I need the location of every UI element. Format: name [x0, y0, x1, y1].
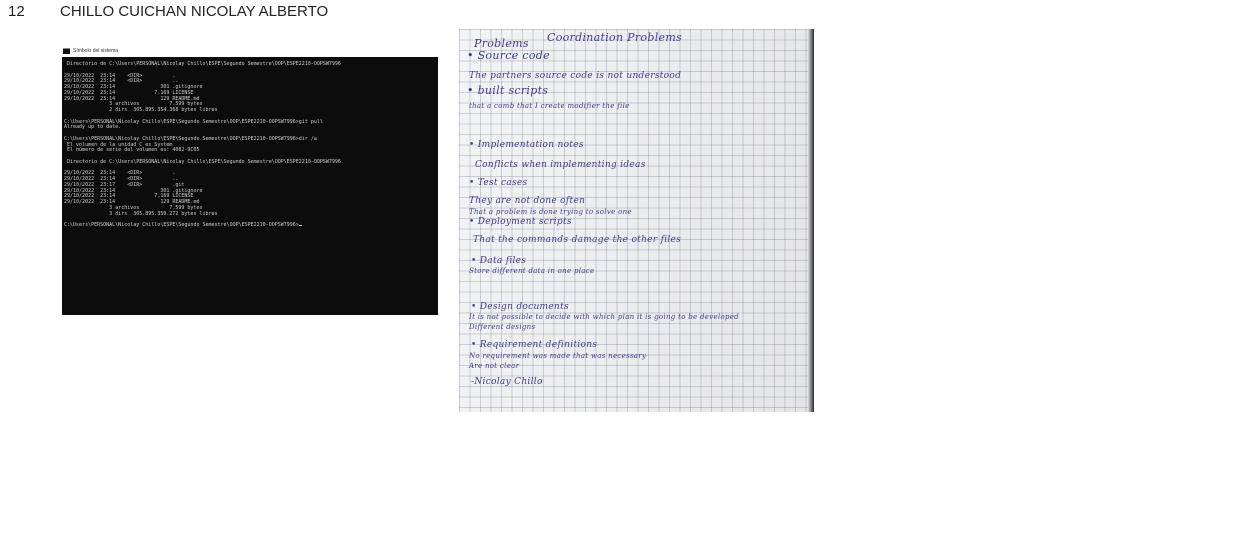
notebook-line: Are not clear — [469, 362, 520, 370]
notebook-line: • Implementation notes — [469, 140, 584, 150]
notebook-line: That the commands damage the other files — [473, 235, 682, 245]
terminal-cursor — [298, 225, 302, 226]
notebook-line: That a problem is done trying to solve o… — [469, 208, 632, 216]
notebook-line: • Requirement definitions — [471, 340, 598, 350]
notebook-line: They are not done often — [469, 196, 586, 206]
notebook-line: Store different data in one place — [469, 267, 595, 275]
terminal-screenshot: Símbolo del sistema Directorio de C:\Use… — [62, 46, 438, 315]
notebook-line: It is not possible to decide with which … — [469, 313, 739, 321]
notebook-edge — [808, 29, 814, 412]
notebook-line: No requirement was made that was necessa… — [469, 352, 647, 360]
notebook-line: The partners source code is not understo… — [469, 71, 682, 81]
terminal-titlebar: Símbolo del sistema — [62, 46, 438, 57]
terminal-line: Directorio de C:\Users\PERSONAL\Nicolay … — [64, 61, 341, 67]
notebook-line: Different designs — [469, 323, 536, 331]
terminal-line: Already up to date. — [64, 124, 122, 131]
terminal-prompt: C:\Users\PERSONAL\Nicolay Chillo\ESPE\Se… — [64, 222, 299, 228]
notebook-line: • Data files — [471, 256, 527, 266]
notebook-line: • Design documents — [471, 302, 569, 312]
notebook-title: Coordination Problems — [547, 31, 682, 44]
item-number: 12 — [8, 3, 25, 20]
terminal-line: El número de serie del volumen es: 4082-… — [64, 147, 200, 154]
notebook-line: • built scripts — [467, 84, 549, 97]
student-name: CHILLO CUICHAN NICOLAY ALBERTO — [60, 3, 329, 20]
notebook-line: that a comb that I create modifier the f… — [469, 102, 630, 110]
terminal-line: 2 dirs 305.895.354.368 bytes libres — [64, 107, 218, 113]
terminal-line: Directorio de C:\Users\PERSONAL\Nicolay … — [64, 158, 341, 165]
notebook-signature: -Nicolay Chillo — [471, 377, 543, 387]
terminal-icon — [63, 47, 70, 54]
notebook-line: Conflicts when implementing ideas — [475, 160, 646, 170]
notebook-photo: Coordination Problems Problems • Source … — [459, 29, 814, 412]
notebook-line: • Source code — [467, 49, 550, 62]
terminal-output: Directorio de C:\Users\PERSONAL\Nicolay … — [64, 61, 341, 229]
notebook-line: • Test cases — [469, 178, 528, 188]
notebook-line: • Deployment scripts — [469, 217, 572, 227]
terminal-title: Símbolo del sistema — [73, 48, 119, 54]
terminal-line: 3 dirs 305.895.350.272 bytes libres — [64, 210, 218, 217]
